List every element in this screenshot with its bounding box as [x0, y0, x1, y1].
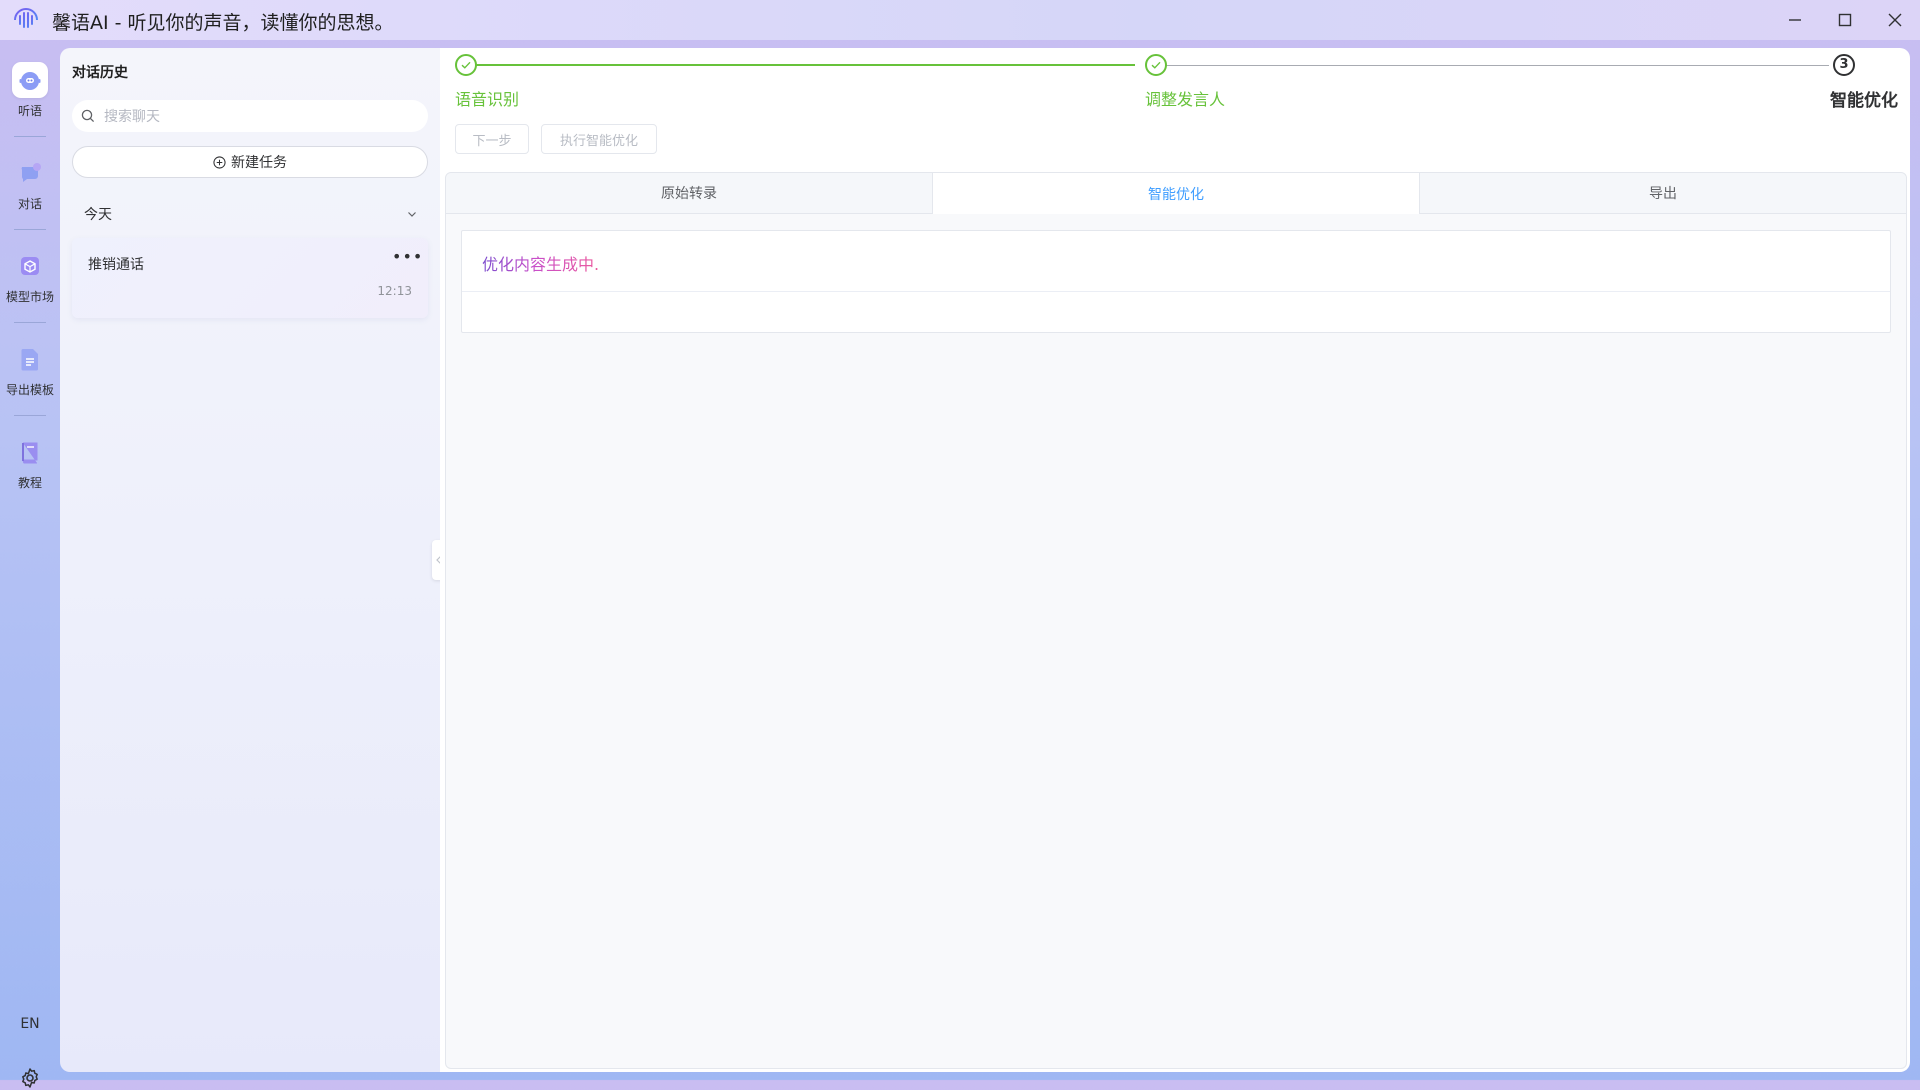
minimize-icon: [1789, 19, 1801, 21]
nav-item-tutorial[interactable]: 教程: [0, 426, 60, 496]
nav-label: 听语: [17, 104, 42, 118]
card-divider: [462, 291, 1890, 292]
step-2-indicator: [1145, 54, 1167, 76]
history-title: 对话历史: [72, 65, 128, 81]
title-bar: 馨语AI - 听见你的声音，读懂你的思想。: [0, 0, 1920, 40]
nav-divider: [14, 136, 46, 137]
cube-icon: [12, 248, 48, 284]
language-toggle[interactable]: EN: [0, 1016, 60, 1032]
chat-item-time: 12:13: [377, 284, 412, 298]
main-content: 语音识别 调整发言人 3 智能优化 下一步 执行智能优化 原始转录 智能优化 导…: [440, 48, 1910, 1072]
more-options-icon[interactable]: •••: [392, 249, 422, 270]
nav-divider: [14, 415, 46, 416]
search-box: [72, 100, 428, 134]
nav-item-export-template[interactable]: 导出模板: [0, 333, 60, 403]
nav-label: 教程: [17, 476, 42, 490]
chevron-down-icon: [408, 212, 416, 217]
nav-label: 导出模板: [5, 383, 54, 397]
gear-icon[interactable]: [18, 1066, 42, 1090]
nav-divider: [14, 322, 46, 323]
step-2-label: 调整发言人: [1145, 90, 1226, 109]
step-3-label: 智能优化: [1830, 91, 1898, 111]
tab-smart-optimize[interactable]: 智能优化: [932, 173, 1420, 214]
plus-circle-icon: [213, 155, 226, 169]
generating-status-text: 优化内容生成中.: [482, 251, 599, 275]
nav-item-listen[interactable]: 听语: [0, 54, 60, 124]
window-title: 馨语AI - 听见你的声音，读懂你的思想。: [52, 12, 394, 34]
run-optimize-button[interactable]: 执行智能优化: [541, 124, 657, 154]
tab-export[interactable]: 导出: [1420, 173, 1906, 213]
left-navigation: 听语 对话 模型市场 导出模板 教程 EN: [0, 40, 60, 1088]
nav-label: 对话: [17, 197, 42, 211]
new-task-label: 新建任务: [231, 155, 287, 171]
robot-icon: [12, 62, 48, 98]
history-panel: 对话历史 新建任务 今天 推销通话 ••• 12:13: [60, 48, 440, 1072]
history-group-label: 今天: [84, 207, 112, 223]
tab-panel: 原始转录 智能优化 导出 优化内容生成中.: [445, 172, 1907, 1069]
step-connector: [1156, 64, 1829, 66]
chat-list-item[interactable]: 推销通话 ••• 12:13: [72, 238, 428, 318]
step-1-indicator: [455, 54, 477, 76]
minimize-button[interactable]: [1770, 0, 1820, 40]
tab-raw-transcript[interactable]: 原始转录: [446, 173, 932, 213]
new-task-button[interactable]: 新建任务: [72, 146, 428, 178]
check-icon: [461, 61, 471, 69]
nav-item-chat[interactable]: 对话: [0, 147, 60, 217]
check-icon: [1151, 61, 1161, 69]
chat-item-title: 推销通话: [88, 257, 144, 273]
chat-bubble-icon: [12, 155, 48, 191]
maximize-icon: [1838, 13, 1852, 27]
maximize-button[interactable]: [1820, 0, 1870, 40]
document-icon: [12, 341, 48, 377]
step-connector: [467, 64, 1135, 66]
close-icon: [1888, 13, 1902, 27]
nav-label: 模型市场: [5, 290, 54, 304]
search-icon: [81, 109, 95, 123]
tab-bar: 原始转录 智能优化 导出: [446, 173, 1906, 214]
book-icon: [12, 434, 48, 470]
nav-item-model-market[interactable]: 模型市场: [0, 240, 60, 310]
app-logo-icon: [14, 8, 38, 34]
step-1-label: 语音识别: [455, 90, 520, 109]
next-step-button[interactable]: 下一步: [455, 124, 529, 154]
search-input[interactable]: [102, 100, 416, 134]
history-group-header[interactable]: 今天: [72, 198, 428, 230]
step-3-indicator: 3: [1833, 54, 1855, 76]
close-button[interactable]: [1870, 0, 1920, 40]
nav-divider: [14, 229, 46, 230]
optimize-result-card: 优化内容生成中.: [461, 230, 1891, 333]
